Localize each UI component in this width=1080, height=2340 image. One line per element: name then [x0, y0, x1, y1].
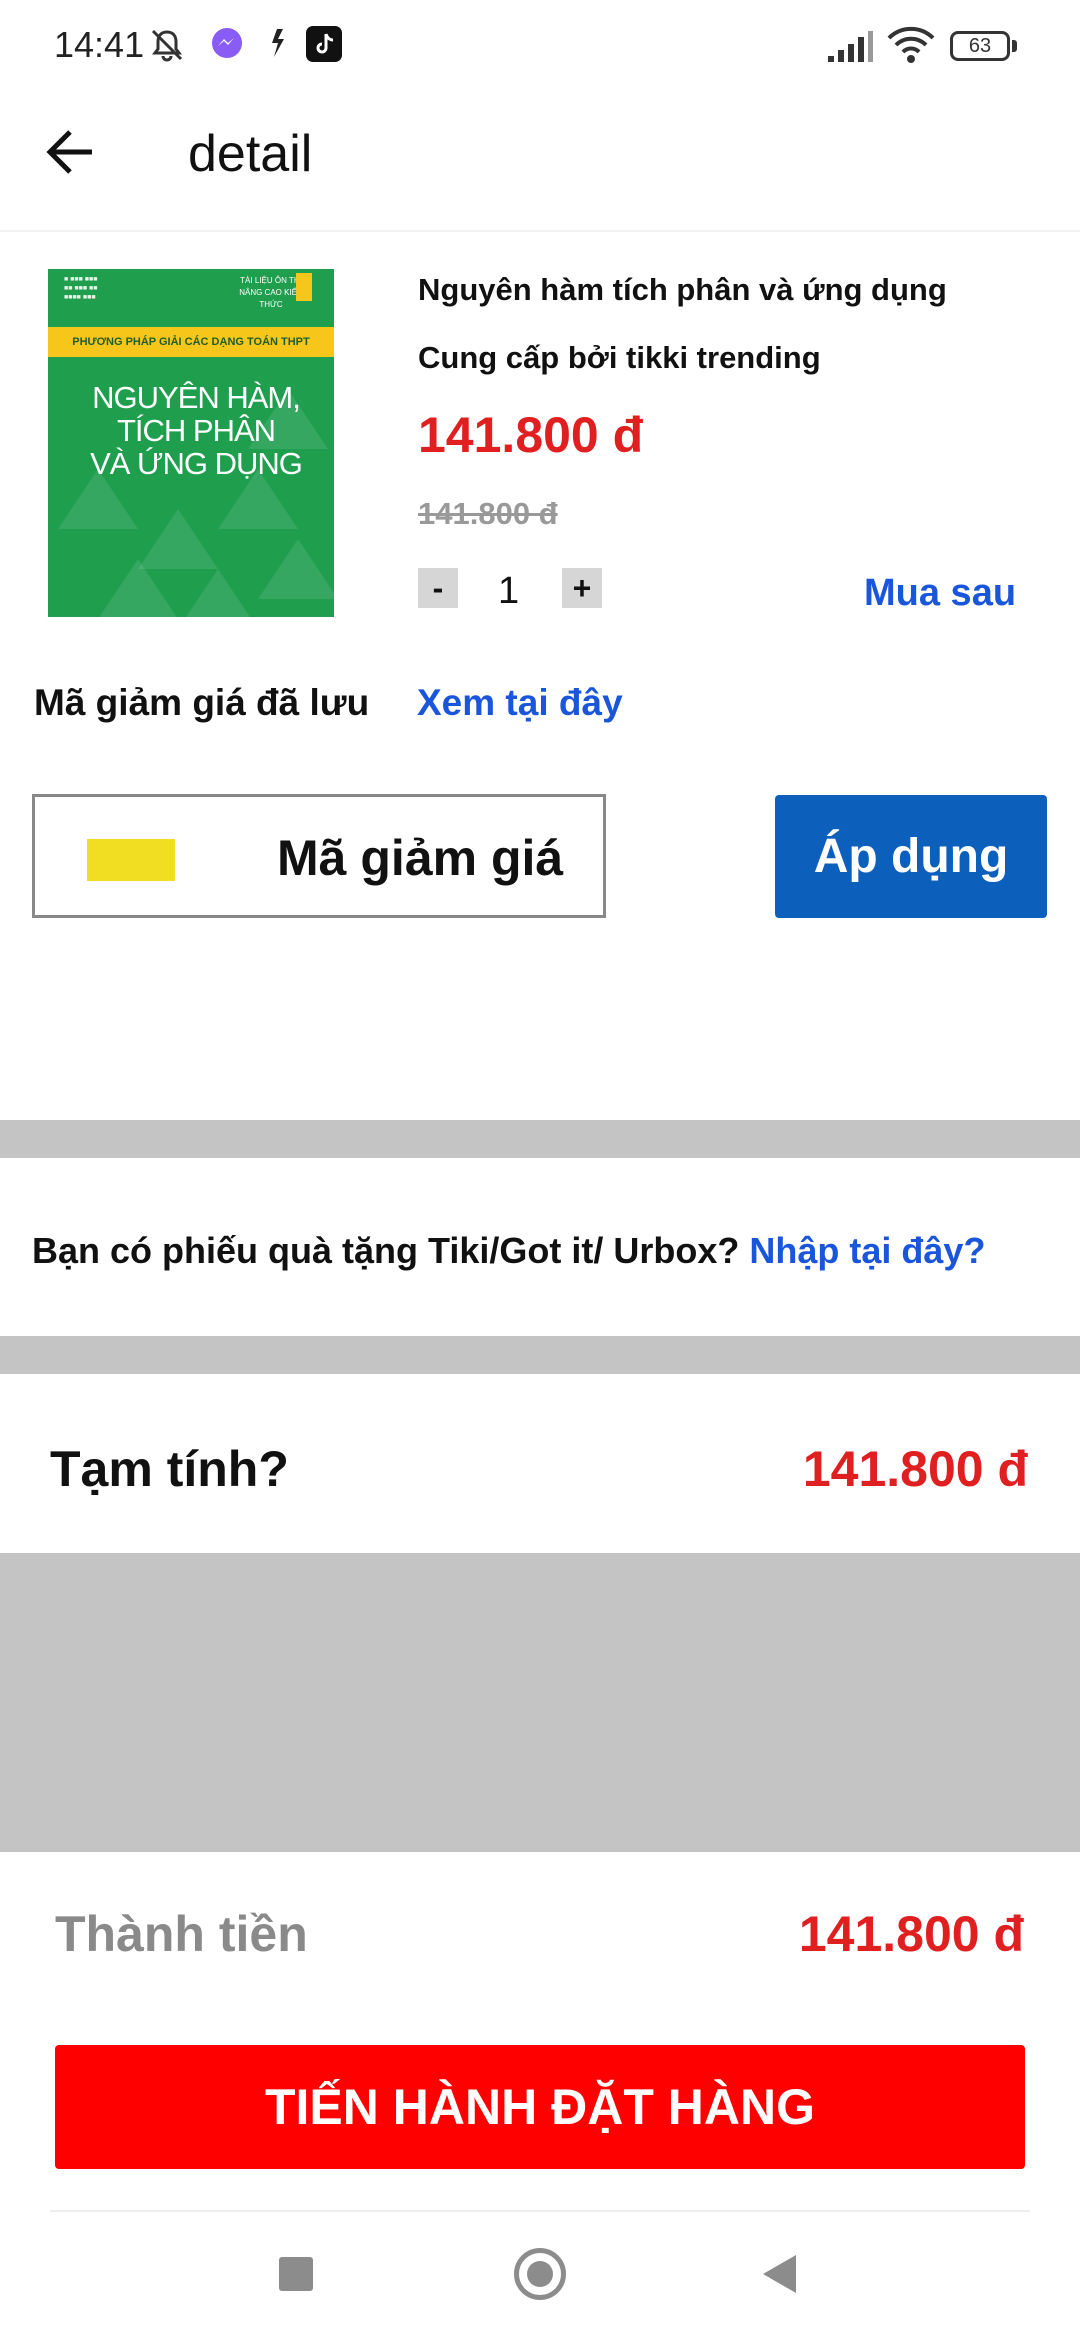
cover-title: NGUYÊN HÀM, TÍCH PHÂN VÀ ỨNG DỤNG — [66, 381, 326, 480]
gift-voucher-question: Bạn có phiếu quà tặng Tiki/Got it/ Urbox… — [32, 1230, 740, 1271]
total-value: 141.800 đ — [798, 1906, 1024, 1962]
cover-authors: ■ ■■■ ■■■ ■■ ■■■ ■■ ■■■■ ■■■ — [64, 276, 98, 301]
home-icon[interactable] — [514, 2248, 566, 2300]
buy-later-link[interactable]: Mua sau — [864, 572, 1016, 615]
nav-back-icon[interactable] — [763, 2255, 796, 2293]
coupon-icon — [87, 839, 175, 881]
section-separator — [0, 1336, 1080, 1374]
status-bar: 14:41 63 — [0, 0, 1080, 96]
battery-tip — [1012, 40, 1017, 52]
cover-title-line: NGUYÊN HÀM, — [92, 380, 301, 415]
status-time: 14:41 — [54, 24, 145, 65]
product-seller: Cung cấp bởi tikki trending — [418, 340, 821, 375]
cover-title-line: VÀ ỨNG DỤNG — [90, 446, 303, 481]
mute-icon — [151, 29, 183, 62]
page-title: detail — [188, 125, 313, 183]
gift-voucher-link[interactable]: Nhập tại đây? — [749, 1230, 985, 1271]
saved-coupon-label: Mã giảm giá đã lưu — [34, 682, 370, 723]
product-cover-image[interactable]: ■ ■■■ ■■■ ■■ ■■■ ■■ ■■■■ ■■■ TÀI LIỆU ÔN T… — [48, 269, 334, 617]
subtotal-label[interactable]: Tạm tính? — [50, 1440, 289, 1498]
subtotal-value: 141.800 đ — [802, 1441, 1028, 1497]
quantity-value: 1 — [498, 570, 520, 612]
place-order-button[interactable]: TIẾN HÀNH ĐẶT HÀNG — [55, 2045, 1025, 2169]
coupon-input-placeholder: Mã giảm giá — [277, 830, 564, 886]
product-name[interactable]: Nguyên hàm tích phân và ứng dụng — [418, 272, 947, 308]
coupon-input[interactable]: Mã giảm giá — [32, 794, 606, 918]
app-icon — [272, 29, 284, 57]
signal-icon — [828, 31, 873, 62]
home-icon-dot — [527, 2261, 553, 2287]
header-divider — [0, 230, 1080, 232]
empty-gray-area — [0, 1553, 1080, 1852]
tiktok-icon — [306, 26, 342, 62]
quantity-decrease-button[interactable]: - — [418, 568, 458, 608]
product-price: 141.800 đ — [418, 407, 644, 463]
apply-coupon-button[interactable]: Áp dụng — [775, 795, 1047, 918]
cover-badge — [296, 273, 312, 301]
arrow-left-icon[interactable] — [42, 124, 98, 180]
section-separator — [0, 1120, 1080, 1158]
battery-icon: 63 — [950, 31, 1010, 61]
bottom-divider — [50, 2210, 1030, 2212]
recent-apps-icon[interactable] — [279, 2257, 313, 2291]
wifi-icon — [887, 26, 935, 63]
cover-band: PHƯƠNG PHÁP GIẢI CÁC DẠNG TOÁN THPT — [48, 327, 334, 357]
product-old-price: 141.800 đ — [418, 496, 558, 531]
view-saved-coupons-link[interactable]: Xem tại đây — [417, 682, 623, 724]
gift-voucher-row: Bạn có phiếu quà tặng Tiki/Got it/ Urbox… — [32, 1230, 985, 1272]
total-label: Thành tiền — [55, 1906, 308, 1962]
messenger-icon — [212, 28, 242, 58]
cover-title-line: TÍCH PHÂN — [116, 413, 276, 448]
quantity-increase-button[interactable]: + — [562, 568, 602, 608]
